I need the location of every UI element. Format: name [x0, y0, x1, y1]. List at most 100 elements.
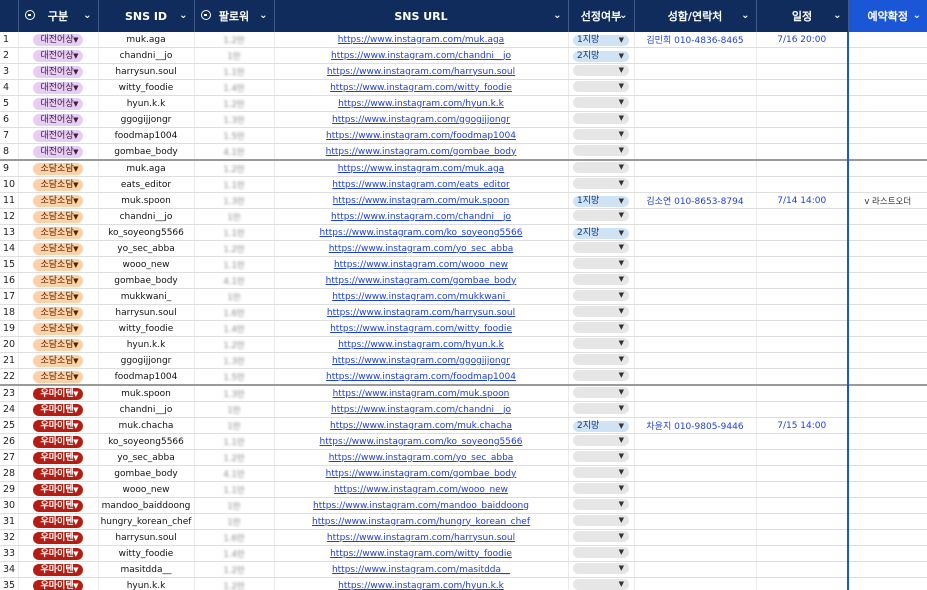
- selection-cell[interactable]: 1지망 ▼: [568, 32, 635, 48]
- confirm-cell[interactable]: [847, 224, 927, 241]
- selection-cell[interactable]: ▼: [568, 481, 635, 498]
- contact-cell[interactable]: [634, 352, 757, 369]
- confirm-cell[interactable]: [847, 176, 927, 193]
- confirm-cell[interactable]: [847, 127, 927, 144]
- selection-dropdown[interactable]: ▼: [573, 80, 629, 92]
- category-chip[interactable]: 우마이텐 ▼: [32, 483, 83, 496]
- dropdown-arrow-icon[interactable]: ▼: [73, 516, 78, 528]
- category-cell[interactable]: 소담소담 ▼: [18, 352, 99, 369]
- table-row[interactable]: 28 우마이텐 ▼ gombae_body 4.1만 https://www.instag…: [0, 465, 927, 482]
- schedule-cell[interactable]: [756, 176, 849, 193]
- followers-cell[interactable]: 4.1만: [194, 143, 275, 161]
- url-cell[interactable]: https://www.instagram.com/hyun.k.k: [274, 336, 569, 353]
- followers-cell[interactable]: 1.1만: [194, 433, 275, 450]
- filter-circle-icon[interactable]: [200, 10, 211, 20]
- followers-cell[interactable]: 1.3만: [194, 384, 275, 402]
- url-cell[interactable]: https://www.instagram.com/harrysun.soul: [274, 304, 569, 321]
- table-row[interactable]: 1 대전어상 ▼ muk.aga 1.2만 https://www.instagram.c…: [0, 32, 927, 48]
- confirm-cell[interactable]: [847, 384, 927, 402]
- followers-cell[interactable]: 1.2만: [194, 336, 275, 353]
- followers-cell[interactable]: 1만: [194, 497, 275, 514]
- profile-link[interactable]: https://www.instagram.com/harrysun.soul: [327, 533, 515, 543]
- followers-cell[interactable]: 1.1만: [194, 256, 275, 273]
- dropdown-arrow-icon[interactable]: ▼: [619, 547, 624, 558]
- table-row[interactable]: 4 대전어상 ▼ witty_foodie 1.4만 https://www.instag…: [0, 79, 927, 96]
- followers-cell[interactable]: 1.4만: [194, 545, 275, 562]
- profile-link[interactable]: https://www.instagram.com/chandni__jo: [331, 51, 511, 61]
- category-cell[interactable]: 우마이텐 ▼: [18, 513, 99, 530]
- table-row[interactable]: 14 소담소담 ▼ yo_sec_abba 1.2만 https://www.instag…: [0, 240, 927, 257]
- schedule-cell[interactable]: [756, 304, 849, 321]
- contact-cell[interactable]: [634, 513, 757, 530]
- selection-cell[interactable]: ▼: [568, 368, 635, 386]
- contact-cell[interactable]: [634, 256, 757, 273]
- dropdown-arrow-icon[interactable]: ▼: [619, 129, 624, 140]
- selection-dropdown[interactable]: ▼: [573, 578, 629, 590]
- sns-id-cell[interactable]: muk.chacha: [98, 417, 195, 434]
- profile-link[interactable]: https://www.instagram.com/masitdda__: [332, 565, 510, 575]
- contact-cell[interactable]: [634, 336, 757, 353]
- column-header-confirm[interactable]: 예약확정 ⌄: [848, 0, 927, 32]
- followers-cell[interactable]: 1.2만: [194, 561, 275, 578]
- url-cell[interactable]: https://www.instagram.com/foodmap1004: [274, 127, 569, 144]
- selection-dropdown[interactable]: ▼: [573, 546, 629, 558]
- selection-dropdown[interactable]: ▼: [573, 530, 629, 542]
- confirm-cell[interactable]: [847, 63, 927, 80]
- dropdown-arrow-icon[interactable]: ▼: [73, 82, 78, 94]
- contact-cell[interactable]: [634, 449, 757, 466]
- contact-cell[interactable]: [634, 272, 757, 289]
- followers-cell[interactable]: 1.1만: [194, 63, 275, 80]
- sns-id-cell[interactable]: ggogijjongr: [98, 111, 195, 128]
- chevron-down-icon[interactable]: ⌄: [553, 10, 561, 21]
- table-row[interactable]: 34 우마이텐 ▼ masitdda__ 1.2만 https://www.instagr…: [0, 561, 927, 578]
- dropdown-arrow-icon[interactable]: ▼: [73, 339, 78, 351]
- url-cell[interactable]: https://www.instagram.com/foodmap1004: [274, 368, 569, 386]
- contact-cell[interactable]: [634, 288, 757, 305]
- sns-id-cell[interactable]: witty_foodie: [98, 320, 195, 337]
- url-cell[interactable]: https://www.instagram.com/harrysun.soul: [274, 63, 569, 80]
- contact-cell[interactable]: 김민희 010-4836-8465: [634, 32, 757, 48]
- selection-dropdown[interactable]: ▼: [573, 402, 629, 414]
- profile-link[interactable]: https://www.instagram.com/hyun.k.k: [338, 99, 504, 109]
- category-chip[interactable]: 우마이텐 ▼: [32, 547, 83, 560]
- followers-cell[interactable]: 1.5만: [194, 127, 275, 144]
- selection-cell[interactable]: 2지망 ▼: [568, 224, 635, 241]
- category-cell[interactable]: 대전어상 ▼: [18, 32, 99, 48]
- category-cell[interactable]: 우마이텐 ▼: [18, 497, 99, 514]
- schedule-cell[interactable]: [756, 513, 849, 530]
- category-cell[interactable]: 우마이텐 ▼: [18, 449, 99, 466]
- schedule-cell[interactable]: [756, 159, 849, 177]
- contact-cell[interactable]: [634, 465, 757, 482]
- dropdown-arrow-icon[interactable]: ▼: [73, 548, 78, 560]
- table-row[interactable]: 23 우마이텐 ▼ muk.spoon 1.3만 https://www.instagra…: [0, 384, 927, 402]
- selection-cell[interactable]: ▼: [568, 352, 635, 369]
- schedule-cell[interactable]: [756, 368, 849, 386]
- schedule-cell[interactable]: [756, 465, 849, 482]
- dropdown-arrow-icon[interactable]: ▼: [73, 452, 78, 464]
- sns-id-cell[interactable]: gombae_body: [98, 143, 195, 161]
- category-cell[interactable]: 우마이텐 ▼: [18, 465, 99, 482]
- url-cell[interactable]: https://www.instagram.com/ggogijjongr: [274, 352, 569, 369]
- confirm-cell[interactable]: v 라스트오더: [847, 192, 927, 209]
- selection-cell[interactable]: ▼: [568, 561, 635, 578]
- selection-dropdown[interactable]: ▼: [573, 321, 629, 333]
- table-row[interactable]: 8 대전어상 ▼ gombae_body 4.1만 https://www.instagr…: [0, 143, 927, 161]
- profile-link[interactable]: https://www.instagram.com/muk.chacha: [330, 421, 512, 431]
- dropdown-arrow-icon[interactable]: ▼: [619, 322, 624, 333]
- category-chip[interactable]: 소담소담 ▼: [32, 354, 83, 367]
- schedule-cell[interactable]: [756, 401, 849, 418]
- followers-cell[interactable]: 1.1만: [194, 176, 275, 193]
- contact-cell[interactable]: [634, 368, 757, 386]
- confirm-cell[interactable]: [847, 111, 927, 128]
- chevron-down-icon[interactable]: ⌄: [83, 10, 91, 21]
- category-chip[interactable]: 대전어상 ▼: [32, 33, 83, 46]
- selection-dropdown[interactable]: ▼: [573, 434, 629, 446]
- followers-cell[interactable]: 1.6만: [194, 304, 275, 321]
- category-chip[interactable]: 소담소담 ▼: [32, 306, 83, 319]
- confirm-cell[interactable]: [847, 208, 927, 225]
- followers-cell[interactable]: 4.1만: [194, 272, 275, 289]
- profile-link[interactable]: https://www.instagram.com/muk.spoon: [333, 389, 510, 399]
- followers-cell[interactable]: 1만: [194, 208, 275, 225]
- dropdown-arrow-icon[interactable]: ▼: [73, 146, 78, 158]
- contact-cell[interactable]: [634, 208, 757, 225]
